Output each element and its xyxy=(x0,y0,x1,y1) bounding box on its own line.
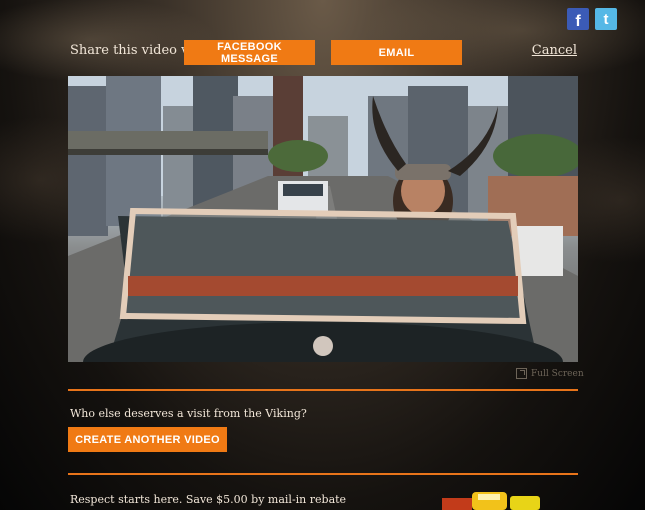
facebook-message-button[interactable]: FACEBOOK MESSAGE xyxy=(184,40,315,65)
email-button[interactable]: EMAIL xyxy=(331,40,462,65)
twitter-icon[interactable]: t xyxy=(595,8,617,30)
cancel-link[interactable]: Cancel xyxy=(532,43,577,58)
video-player[interactable] xyxy=(68,76,578,362)
prompt-question: Who else deserves a visit from the Vikin… xyxy=(70,407,307,420)
video-frame xyxy=(68,76,578,362)
share-bar: Share this video via FACEBOOK MESSAGE EM… xyxy=(70,40,577,65)
create-another-video-button[interactable]: CREATE ANOTHER VIDEO xyxy=(68,427,227,452)
facebook-icon[interactable]: f xyxy=(567,8,589,30)
fullscreen-label: Full Screen xyxy=(531,368,584,379)
social-links: f t xyxy=(567,8,617,30)
product-image xyxy=(442,492,540,510)
share-label: Share this video via xyxy=(70,43,201,58)
fullscreen-button[interactable]: Full Screen xyxy=(516,368,584,379)
divider xyxy=(68,473,578,475)
fullscreen-icon xyxy=(516,368,527,379)
promo-text: Respect starts here. Save $5.00 by mail-… xyxy=(70,493,347,506)
divider xyxy=(68,389,578,391)
